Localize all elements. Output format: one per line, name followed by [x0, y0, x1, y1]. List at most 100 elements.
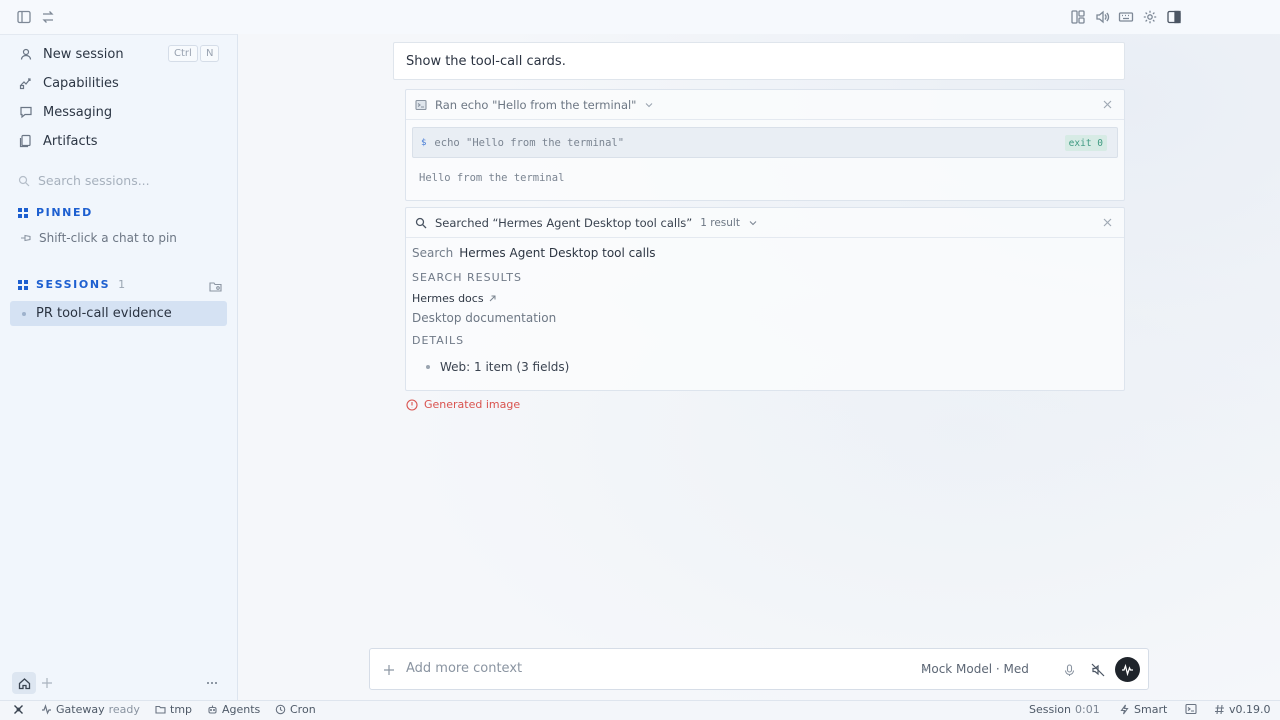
terminal-card-header[interactable]: Ran echo "Hello from the terminal" [406, 90, 1124, 120]
main-panel: Show the tool-call cards. Ran echo "Hell… [238, 34, 1280, 700]
agents-status[interactable]: Agents [206, 703, 260, 716]
pinned-title: PINNED [36, 206, 93, 219]
model-selector[interactable]: Mock Model · Med [921, 662, 1029, 676]
keyboard-icon[interactable] [1117, 8, 1135, 26]
sessions-count: 1 [118, 278, 126, 291]
session-dot [22, 311, 26, 316]
search-results-heading: SEARCH RESULTS [412, 271, 522, 284]
sidebar-item-label: Capabilities [43, 75, 119, 91]
bullet [426, 365, 430, 369]
lightning-icon [1118, 704, 1130, 716]
sidebar-item-label: Messaging [43, 104, 113, 120]
model-label: Mock Model · Med [921, 662, 1029, 676]
add-context-icon[interactable] [382, 663, 396, 677]
search-card-header[interactable]: Searched “Hermes Agent Desktop tool call… [406, 208, 1124, 238]
close-icon[interactable] [1101, 216, 1114, 229]
external-link-icon [488, 294, 497, 303]
terminal-tool-card: Ran echo "Hello from the terminal" $ ech… [405, 89, 1125, 201]
status-bar: Gateway ready tmp Agents Cron Session 0:… [0, 700, 1280, 720]
cron-status[interactable]: Cron [274, 703, 316, 716]
activity-icon [40, 704, 52, 716]
shortcut-n: N [200, 45, 220, 62]
generated-image-label: Generated image [424, 398, 521, 411]
volume-icon[interactable] [1093, 8, 1111, 26]
search-result-link[interactable]: Hermes docs [412, 292, 497, 305]
mode-status[interactable]: Smart [1118, 703, 1167, 716]
sidebar-item-capabilities[interactable]: Capabilities [18, 71, 228, 95]
chevron-down-icon [748, 218, 758, 228]
details-heading: DETAILS [412, 334, 465, 347]
command-prompt: $ [421, 137, 427, 148]
layout-icon[interactable] [1069, 8, 1087, 26]
command-text: echo "Hello from the terminal" [434, 136, 625, 149]
sidebar-item-label: New session [43, 46, 124, 62]
pin-icon [20, 232, 32, 244]
clock-icon [274, 704, 286, 716]
search-sessions-input[interactable]: Search sessions... [18, 173, 150, 188]
home-icon[interactable] [12, 672, 36, 694]
user-message-text: Show the tool-call cards. [406, 53, 566, 69]
sidebar-toggle-icon[interactable] [15, 8, 33, 26]
session-label: Session [1029, 703, 1071, 716]
session-time: 0:01 [1074, 703, 1100, 716]
shortcut-ctrl: Ctrl [168, 45, 198, 62]
sidebar-item-new-session[interactable]: New session Ctrl N [18, 42, 228, 66]
search-tool-card: Searched “Hermes Agent Desktop tool call… [405, 207, 1125, 391]
command-box: $ echo "Hello from the terminal" exit 0 [412, 127, 1118, 158]
close-icon[interactable] [1101, 98, 1114, 111]
sidebar-item-label: Artifacts [43, 133, 98, 149]
search-icon [415, 217, 427, 229]
microphone-icon[interactable] [1061, 662, 1077, 678]
search-card-title: Searched “Hermes Agent Desktop tool call… [435, 215, 693, 230]
session-timer: Session 0:01 [1029, 703, 1100, 716]
cron-label: Cron [290, 703, 316, 716]
composer: Add more context Mock Model · Med [369, 648, 1149, 690]
sessions-header: SESSIONS 1 [18, 278, 125, 291]
session-item[interactable]: PR tool-call evidence [10, 301, 227, 326]
user-message: Show the tool-call cards. [393, 42, 1125, 80]
send-voice-icon[interactable] [1115, 657, 1140, 682]
composer-input[interactable]: Add more context [406, 661, 522, 676]
gateway-status[interactable]: Gateway ready [40, 703, 140, 716]
grid-icon [18, 279, 28, 290]
add-icon[interactable] [40, 676, 54, 690]
swap-icon[interactable] [39, 8, 57, 26]
new-session-icon [18, 46, 34, 62]
alert-circle-icon [406, 398, 418, 411]
session-item-label: PR tool-call evidence [36, 306, 172, 321]
chevron-down-icon [921, 665, 930, 674]
version-status: v0.19.0 [1213, 703, 1271, 716]
result-count: 1 result [700, 216, 740, 229]
chevron-down-icon [644, 100, 654, 110]
capabilities-icon [18, 75, 34, 91]
agents-label: Agents [222, 703, 261, 716]
generated-image-notice[interactable]: Generated image [406, 398, 520, 411]
voice-off-icon[interactable] [1090, 662, 1106, 678]
settings-icon[interactable] [1141, 8, 1159, 26]
sidebar: New session Ctrl N Capabilities Messagin… [0, 34, 238, 700]
sidebar-item-messaging[interactable]: Messaging [18, 100, 228, 124]
mode-label: Smart [1134, 703, 1168, 716]
hash-icon [1213, 704, 1225, 716]
more-icon[interactable] [205, 676, 219, 690]
folder-status[interactable]: tmp [154, 703, 192, 716]
sidebar-item-artifacts[interactable]: Artifacts [18, 129, 228, 153]
artifacts-icon [18, 133, 34, 149]
terminal-output: Hello from the terminal [419, 172, 565, 184]
search-icon [18, 175, 30, 187]
top-bar [0, 0, 1280, 34]
pin-hint-text: Shift-click a chat to pin [39, 231, 177, 245]
folder-label: tmp [170, 703, 193, 716]
folder-settings-icon[interactable] [208, 279, 222, 293]
version-label: v0.19.0 [1229, 703, 1271, 716]
agents-icon [206, 704, 218, 716]
right-panel-icon[interactable] [1165, 8, 1183, 26]
terminal-toggle[interactable] [1185, 703, 1197, 715]
app-logo-icon [12, 703, 24, 715]
sessions-title: SESSIONS [36, 278, 111, 291]
details-item-text: Web: 1 item (3 fields) [440, 360, 570, 374]
search-label: Search [412, 246, 454, 260]
pinned-header: PINNED [18, 206, 93, 219]
app-logo [12, 703, 24, 715]
message-icon [18, 104, 34, 120]
